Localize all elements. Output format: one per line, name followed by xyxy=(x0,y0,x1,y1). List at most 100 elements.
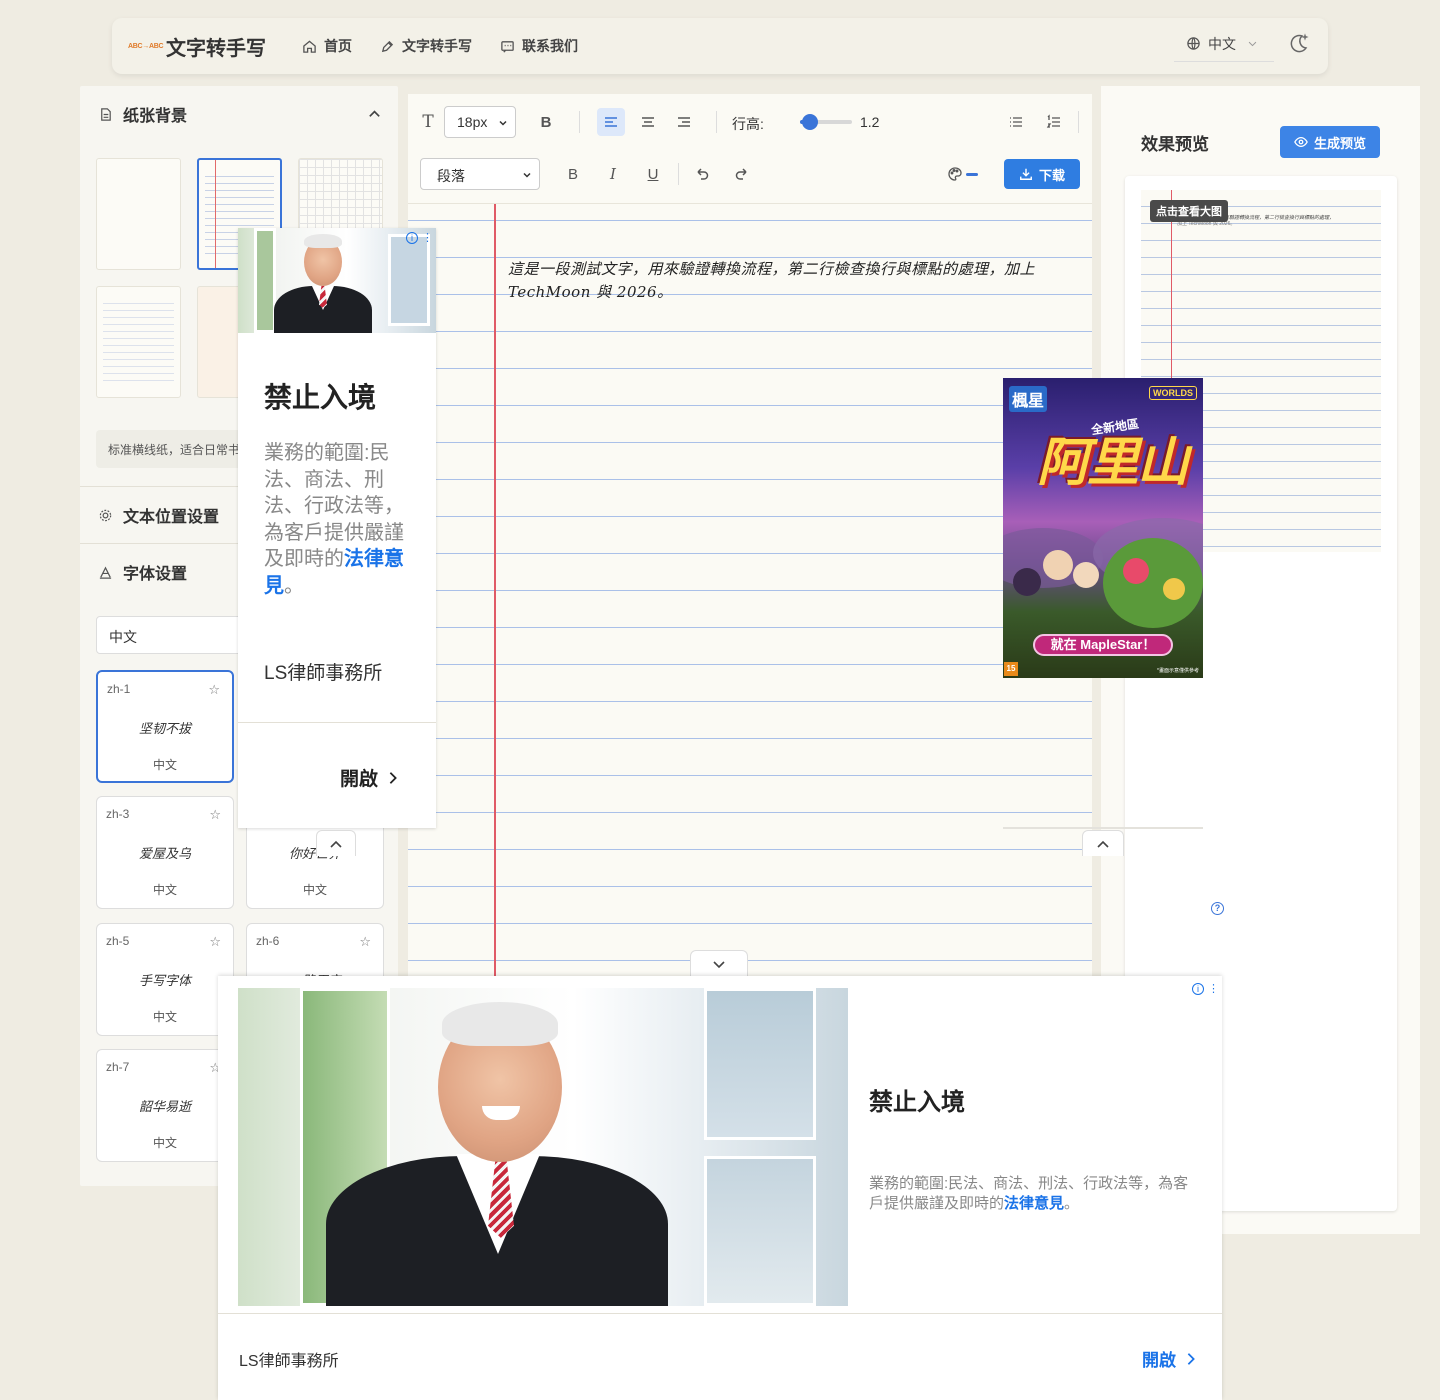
color-picker-button[interactable] xyxy=(942,160,982,188)
separator xyxy=(1078,111,1079,133)
font-size-icon: T xyxy=(422,112,434,132)
block-format-value: 段落 xyxy=(437,168,465,184)
message-icon xyxy=(501,40,514,53)
bold-button[interactable]: B xyxy=(532,108,560,136)
language-select[interactable]: 中文 xyxy=(1174,26,1274,62)
ad-banner-vertical[interactable]: i ⋮ 禁止入境 業務的範圍:民法、商法、刑法、行政法等，為客戶提供嚴謹及即時的法… xyxy=(238,228,436,828)
person-hair xyxy=(442,1002,558,1046)
bullet-list-button[interactable] xyxy=(1002,108,1030,136)
ad-banner-game[interactable]: 楓星 WORLDS 全新地區 阿里山 就在 MapleStar！ 15 *畫面示… xyxy=(1003,378,1203,678)
chevron-right-icon xyxy=(389,771,397,784)
slider-handle[interactable] xyxy=(802,114,819,130)
divider xyxy=(218,1313,1222,1314)
character-decoration xyxy=(1013,568,1041,596)
ruled-lines xyxy=(103,297,174,387)
zoom-tag[interactable]: 点击查看大图 xyxy=(1150,200,1228,222)
nav-contact[interactable]: 联系我们 xyxy=(500,36,578,56)
undo-button[interactable] xyxy=(688,160,716,188)
align-left-icon xyxy=(605,117,617,127)
font-language: 中文 xyxy=(152,883,177,897)
font-card[interactable]: zh-7 ☆ 韶华易逝 中文 xyxy=(96,1049,234,1162)
game-cta-button[interactable]: 就在 MapleStar！ xyxy=(1033,634,1173,656)
window-decoration xyxy=(704,1156,816,1306)
ad-info[interactable]: i ⋮ xyxy=(406,231,433,244)
font-language: 中文 xyxy=(152,1136,177,1150)
chevron-down-icon xyxy=(499,120,507,126)
ad-open-button[interactable]: 開啟 xyxy=(340,764,400,791)
paper-lined[interactable] xyxy=(96,286,181,398)
ad-banner-horizontal[interactable]: i ⋮ 禁止入境 業務的範圍:民法、商法、刑法、行政法等，為客戶提供嚴謹及即時的法… xyxy=(218,976,1222,1400)
ad-advertiser: LS律師事務所 xyxy=(264,663,383,684)
character-decoration xyxy=(1073,562,1099,588)
nav-converter-label: 文字转手写 xyxy=(402,38,472,54)
editor: T 18px B 行高: 1.2 段落 B I U 下载 這是一段測試文字，用來… xyxy=(408,94,1092,984)
menu-dots-icon: ⋮ xyxy=(422,232,433,244)
font-id: zh-7 xyxy=(106,1060,130,1074)
font-sample: 韶华易逝 xyxy=(138,1100,191,1115)
chevron-up-icon[interactable] xyxy=(367,106,382,121)
ad-collapse-tab[interactable] xyxy=(690,950,748,976)
star-icon[interactable]: ☆ xyxy=(209,934,221,950)
ad-info[interactable]: i ⋮ xyxy=(1192,982,1219,995)
generate-preview-button[interactable]: 生成预览 xyxy=(1280,126,1380,158)
font-sample: 爱屋及乌 xyxy=(138,847,191,862)
editor-toolbar: T 18px B 行高: 1.2 段落 B I U 下载 xyxy=(408,94,1092,204)
font-sample: 坚韧不拔 xyxy=(138,722,191,737)
paper-section-header[interactable]: 纸张背景 xyxy=(80,86,398,142)
eye-icon xyxy=(1294,136,1308,148)
align-left-button[interactable] xyxy=(597,108,625,136)
chevron-up-icon xyxy=(330,840,342,848)
menu-dots-icon: ⋮ xyxy=(1208,983,1219,995)
ad-collapse-tab[interactable] xyxy=(1082,830,1124,856)
chevron-up-icon xyxy=(1097,840,1109,848)
font-card[interactable]: zh-5 ☆ 手写字体 中文 xyxy=(96,923,234,1036)
editor-content[interactable]: 這是一段測試文字，用來驗證轉換流程，第二行檢查換行與標點的處理，加上 TechM… xyxy=(508,258,1068,304)
font-size-value: 18px xyxy=(457,114,488,130)
document-icon xyxy=(101,107,111,121)
redo-icon xyxy=(735,168,747,180)
align-center-button[interactable] xyxy=(634,108,662,136)
preview-text-line: …來驗證轉換流程，第二行檢查換行與標點的處理， xyxy=(1219,215,1335,221)
font-id: zh-1 xyxy=(107,682,131,696)
font-card[interactable]: zh-1 ☆ 坚韧不拔 中文 xyxy=(96,670,234,783)
font-size-select[interactable]: 18px xyxy=(444,106,516,138)
redo-button[interactable] xyxy=(728,160,756,188)
line-height-slider[interactable] xyxy=(800,114,852,130)
help-icon[interactable]: ? xyxy=(1211,902,1224,915)
ad-photo xyxy=(238,988,848,1306)
ad-advertiser: LS律師事務所 xyxy=(239,1353,339,1370)
language-label: 中文 xyxy=(1208,35,1236,52)
top-navbar: ABC→ABC 文字转手写 首页 文字转手写 联系我们 中文 xyxy=(112,18,1328,74)
moon-icon[interactable] xyxy=(1288,32,1310,54)
person-hair xyxy=(304,234,342,248)
block-format-select[interactable]: 段落 xyxy=(420,158,540,190)
handwriting-paper[interactable] xyxy=(408,204,1092,984)
ad-highlight: 法律意見 xyxy=(1004,1194,1065,1212)
margin-line xyxy=(494,204,496,984)
align-right-button[interactable] xyxy=(670,108,698,136)
ad-open-button[interactable]: 開啟 xyxy=(1142,1346,1198,1371)
paper-blank[interactable] xyxy=(96,158,181,270)
plant-decoration xyxy=(1103,538,1203,628)
logo-text: ABC→ABC xyxy=(128,42,164,50)
gear-icon xyxy=(99,509,112,521)
info-icon: i xyxy=(1192,982,1204,995)
numbered-list-button[interactable] xyxy=(1040,108,1068,136)
font-card[interactable]: zh-3 ☆ 爱屋及乌 中文 xyxy=(96,796,234,909)
nav-home[interactable]: 首页 xyxy=(302,36,352,56)
underline-button[interactable]: U xyxy=(639,160,667,188)
italic-button[interactable]: I xyxy=(599,160,627,188)
game-disclaimer: *畫面示意僅供參考 xyxy=(1157,668,1199,674)
logo-icon[interactable]: ABC→ABC xyxy=(128,43,164,50)
download-button[interactable]: 下载 xyxy=(1004,159,1080,189)
star-icon[interactable]: ☆ xyxy=(208,682,220,698)
globe-icon xyxy=(1187,37,1200,50)
star-icon[interactable]: ☆ xyxy=(359,934,371,950)
nav-text-to-handwriting[interactable]: 文字转手写 xyxy=(380,36,472,56)
divider xyxy=(238,722,436,723)
app-title[interactable]: 文字转手写 xyxy=(166,32,266,61)
bold-button[interactable]: B xyxy=(559,160,587,188)
star-icon[interactable]: ☆ xyxy=(209,807,221,823)
game-logo: 楓星 xyxy=(1009,386,1048,412)
ad-collapse-tab[interactable] xyxy=(316,830,356,856)
